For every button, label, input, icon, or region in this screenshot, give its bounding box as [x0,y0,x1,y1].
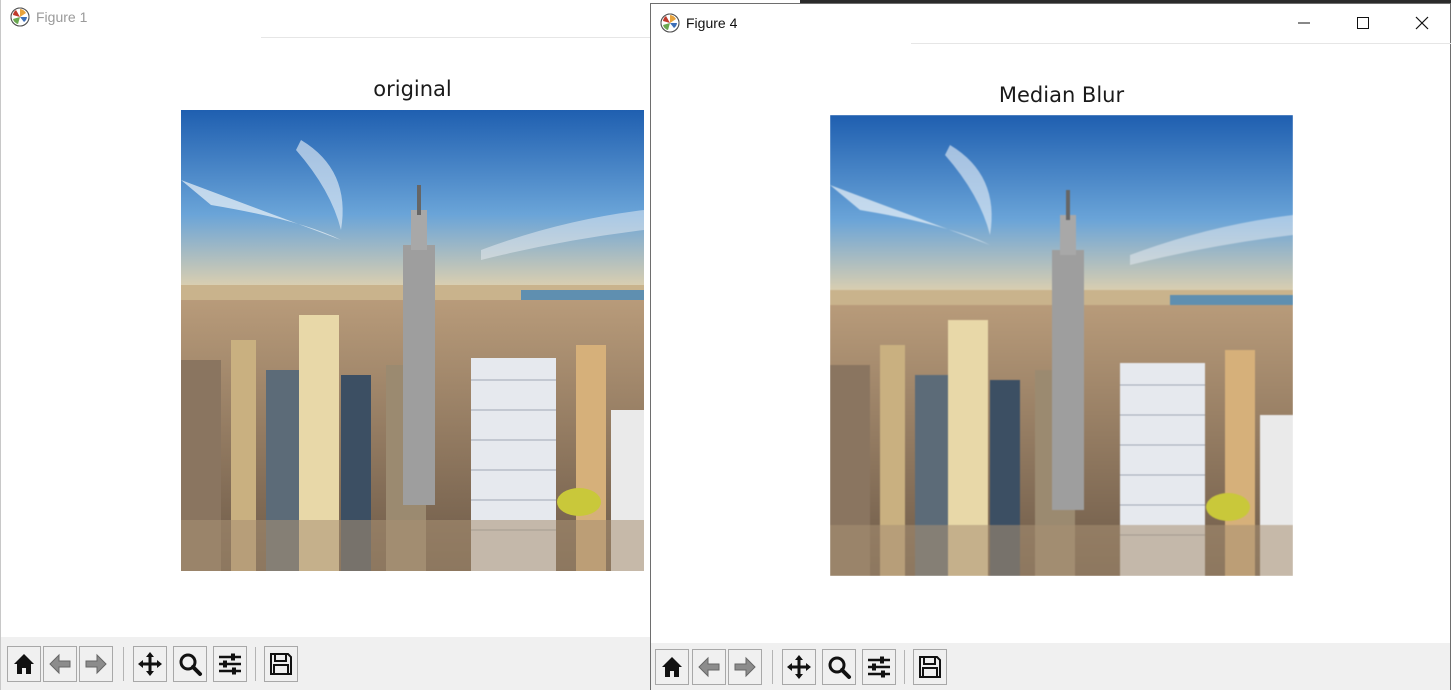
toolbar-separator [255,647,256,681]
forward-button[interactable] [728,649,762,685]
zoom-button[interactable] [822,649,856,685]
home-button[interactable] [655,649,689,685]
configure-subplots-button[interactable] [862,649,896,685]
pan-button[interactable] [133,646,167,682]
back-arrow-icon [698,656,720,678]
pan-move-icon [787,655,811,679]
axes-title: original [373,77,452,101]
titlebar-divider [261,37,653,38]
back-arrow-icon [49,653,71,675]
save-floppy-icon [270,653,292,675]
toolbar-separator [772,650,773,684]
home-icon [14,654,34,674]
pan-button[interactable] [782,649,816,685]
close-icon [1415,16,1429,30]
median-blur-city-image [830,115,1293,576]
zoom-magnifier-icon [179,653,202,676]
back-button[interactable] [43,646,77,682]
minimize-button[interactable] [1275,4,1333,42]
configure-subplots-icon [868,656,890,678]
configure-subplots-button[interactable] [213,646,247,682]
matplotlib-app-icon [660,13,680,33]
pan-move-icon [138,652,162,676]
navigation-toolbar [1,637,652,690]
forward-arrow-icon [734,656,756,678]
figure-4-window: Figure 4 Median Blur [650,3,1451,690]
forward-button[interactable] [79,646,113,682]
home-button[interactable] [7,646,41,682]
configure-subplots-icon [219,653,241,675]
original-city-image [181,110,644,571]
window-title: Figure 1 [36,9,88,25]
background-window-edge [800,0,1451,3]
navigation-toolbar [651,643,1450,690]
minimize-icon [1298,22,1310,24]
toolbar-separator [904,650,905,684]
titlebar-divider [911,43,1451,44]
maximize-button[interactable] [1334,4,1392,42]
forward-arrow-icon [85,653,107,675]
window-title: Figure 4 [686,15,738,31]
figure-4-titlebar[interactable]: Figure 4 [651,4,1450,42]
save-button[interactable] [913,649,947,685]
zoom-magnifier-icon [828,656,851,679]
back-button[interactable] [692,649,726,685]
axes-title: Median Blur [998,83,1125,107]
maximize-icon [1357,17,1369,29]
save-floppy-icon [919,656,941,678]
home-icon [662,657,682,677]
zoom-button[interactable] [173,646,207,682]
figure-1-window: Figure 1 original [0,0,653,690]
toolbar-separator [123,647,124,681]
figure-1-titlebar[interactable]: Figure 1 [1,0,652,36]
save-button[interactable] [264,646,298,682]
close-button[interactable] [1393,4,1451,42]
matplotlib-app-icon [10,7,30,27]
